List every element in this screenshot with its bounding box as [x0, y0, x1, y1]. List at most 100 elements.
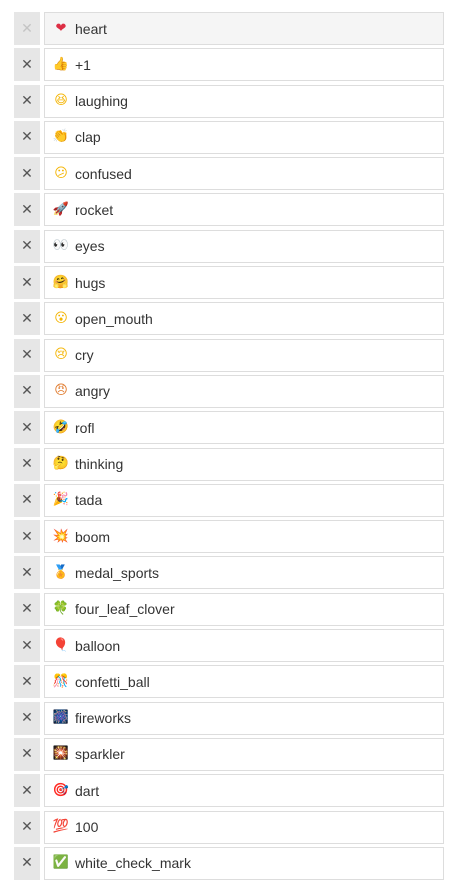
thinking-face-icon: 🤔 — [52, 456, 70, 472]
remove-button[interactable]: ✕ — [14, 556, 40, 590]
remove-button[interactable]: ✕ — [14, 374, 40, 408]
emoji-row: ✕ 🚀 rocket — [14, 193, 444, 227]
emoji-item-confetti-ball[interactable]: 🎊 confetti_ball — [44, 665, 444, 699]
remove-button[interactable]: ✕ — [14, 701, 40, 735]
remove-button[interactable]: ✕ — [14, 846, 40, 880]
emoji-item--1[interactable]: 👍 +1 — [44, 48, 444, 82]
remove-button[interactable]: ✕ — [14, 120, 40, 154]
confused-face-icon: 😕 — [54, 165, 68, 181]
emoji-item-sparkler[interactable]: 🎇 sparkler — [44, 737, 444, 771]
collision-icon: 💥 — [52, 528, 70, 544]
emoji-item-100[interactable]: 💯 100 — [44, 810, 444, 844]
rocket-icon: 🚀 — [52, 201, 70, 217]
crying-face-icon: 😢 — [54, 347, 68, 363]
emoji-label: tada — [75, 492, 103, 509]
close-icon: ✕ — [21, 383, 33, 400]
hundred-points-icon: 💯 — [52, 819, 70, 835]
emoji-item-open-mouth[interactable]: 😮 open_mouth — [44, 302, 444, 336]
emoji-row: ✕ 💥 boom — [14, 520, 444, 554]
emoji-item-clap[interactable]: 👏 clap — [44, 120, 444, 154]
hugging-face-icon: 🤗 — [52, 274, 70, 290]
close-icon: ✕ — [21, 601, 33, 618]
close-icon: ✕ — [21, 673, 33, 690]
emoji-label: boom — [75, 528, 111, 545]
emoji-row: ✕ ❤ heart — [14, 12, 444, 45]
close-icon: ✕ — [21, 819, 33, 836]
emoji-row: ✕ 👍 +1 — [14, 48, 444, 82]
emoji-row: ✕ 🏅 medal_sports — [14, 556, 444, 590]
emoji-item-white-check-mark[interactable]: ✅ white_check_mark — [44, 846, 444, 880]
emoji-item-angry[interactable]: 😠 angry — [44, 374, 444, 408]
emoji-row: ✕ 💯 100 — [14, 810, 444, 844]
remove-button[interactable]: ✕ — [14, 48, 40, 82]
emoji-item-dart[interactable]: 🎯 dart — [44, 774, 444, 808]
emoji-row: ✕ 👀 eyes — [14, 229, 444, 263]
emoji-label: fireworks — [75, 710, 132, 727]
emoji-label: rocket — [75, 201, 114, 218]
emoji-row: ✕ 😮 open_mouth — [14, 302, 444, 336]
emoji-item-medal-sports[interactable]: 🏅 medal_sports — [44, 556, 444, 590]
emoji-label: confetti_ball — [75, 673, 150, 690]
emoji-label: confused — [75, 165, 132, 182]
close-icon: ✕ — [21, 20, 33, 37]
emoji-item-hugs[interactable]: 🤗 hugs — [44, 266, 444, 300]
eyes-icon: 👀 — [52, 238, 70, 254]
sparkler-icon: 🎇 — [52, 746, 70, 762]
remove-button[interactable]: ✕ — [14, 520, 40, 554]
remove-button[interactable]: ✕ — [14, 483, 40, 517]
emoji-label: medal_sports — [75, 564, 160, 581]
emoji-row: ✕ 🎉 tada — [14, 483, 444, 517]
remove-button: ✕ — [14, 12, 40, 45]
remove-button[interactable]: ✕ — [14, 665, 40, 699]
emoji-item-four-leaf-clover[interactable]: 🍀 four_leaf_clover — [44, 592, 444, 626]
emoji-label: laughing — [75, 93, 128, 110]
emoji-item-cry[interactable]: 😢 cry — [44, 338, 444, 372]
open-mouth-face-icon: 😮 — [54, 310, 68, 326]
remove-button[interactable]: ✕ — [14, 157, 40, 191]
close-icon: ✕ — [21, 165, 33, 182]
emoji-item-fireworks[interactable]: 🎆 fireworks — [44, 701, 444, 735]
emoji-label: open_mouth — [75, 310, 153, 327]
angry-face-icon: 😠 — [54, 383, 68, 399]
emoji-label: rofl — [75, 419, 95, 436]
emoji-item-eyes[interactable]: 👀 eyes — [44, 229, 444, 263]
close-icon: ✕ — [21, 238, 33, 255]
remove-button[interactable]: ✕ — [14, 193, 40, 227]
emoji-item-balloon[interactable]: 🎈 balloon — [44, 629, 444, 663]
emoji-label: angry — [75, 383, 111, 400]
remove-button[interactable]: ✕ — [14, 338, 40, 372]
remove-button[interactable]: ✕ — [14, 629, 40, 663]
close-icon: ✕ — [21, 56, 33, 73]
remove-button[interactable]: ✕ — [14, 592, 40, 626]
remove-button[interactable]: ✕ — [14, 229, 40, 263]
remove-button[interactable]: ✕ — [14, 447, 40, 481]
emoji-item-heart[interactable]: ❤ heart — [44, 12, 444, 45]
emoji-label: hugs — [75, 274, 106, 291]
clapping-hands-icon: 👏 — [52, 129, 70, 145]
close-icon: ✕ — [21, 419, 33, 436]
heart-icon: ❤ — [55, 20, 67, 36]
remove-button[interactable]: ✕ — [14, 411, 40, 445]
emoji-item-rocket[interactable]: 🚀 rocket — [44, 193, 444, 227]
close-icon: ✕ — [21, 528, 33, 545]
emoji-item-boom[interactable]: 💥 boom — [44, 520, 444, 554]
emoji-item-rofl[interactable]: 🤣 rofl — [44, 411, 444, 445]
emoji-label: eyes — [75, 238, 105, 255]
remove-button[interactable]: ✕ — [14, 84, 40, 118]
remove-button[interactable]: ✕ — [14, 266, 40, 300]
balloon-icon: 🎈 — [52, 637, 70, 653]
four-leaf-clover-icon: 🍀 — [52, 601, 70, 617]
check-mark-button-icon: ✅ — [52, 855, 70, 871]
emoji-item-thinking[interactable]: 🤔 thinking — [44, 447, 444, 481]
dart-icon: 🎯 — [52, 782, 70, 798]
remove-button[interactable]: ✕ — [14, 774, 40, 808]
emoji-list: ✕ ❤ heart ✕ 👍 +1 ✕ 😆 laughing ✕ 👏 clap ✕ 😕 confused ✕ 🚀 r… — [14, 12, 444, 883]
emoji-item-tada[interactable]: 🎉 tada — [44, 483, 444, 517]
remove-button[interactable]: ✕ — [14, 302, 40, 336]
emoji-item-confused[interactable]: 😕 confused — [44, 157, 444, 191]
emoji-row: ✕ 🤗 hugs — [14, 266, 444, 300]
remove-button[interactable]: ✕ — [14, 737, 40, 771]
emoji-item-laughing[interactable]: 😆 laughing — [44, 84, 444, 118]
emoji-row: ✕ 🎊 confetti_ball — [14, 665, 444, 699]
remove-button[interactable]: ✕ — [14, 810, 40, 844]
